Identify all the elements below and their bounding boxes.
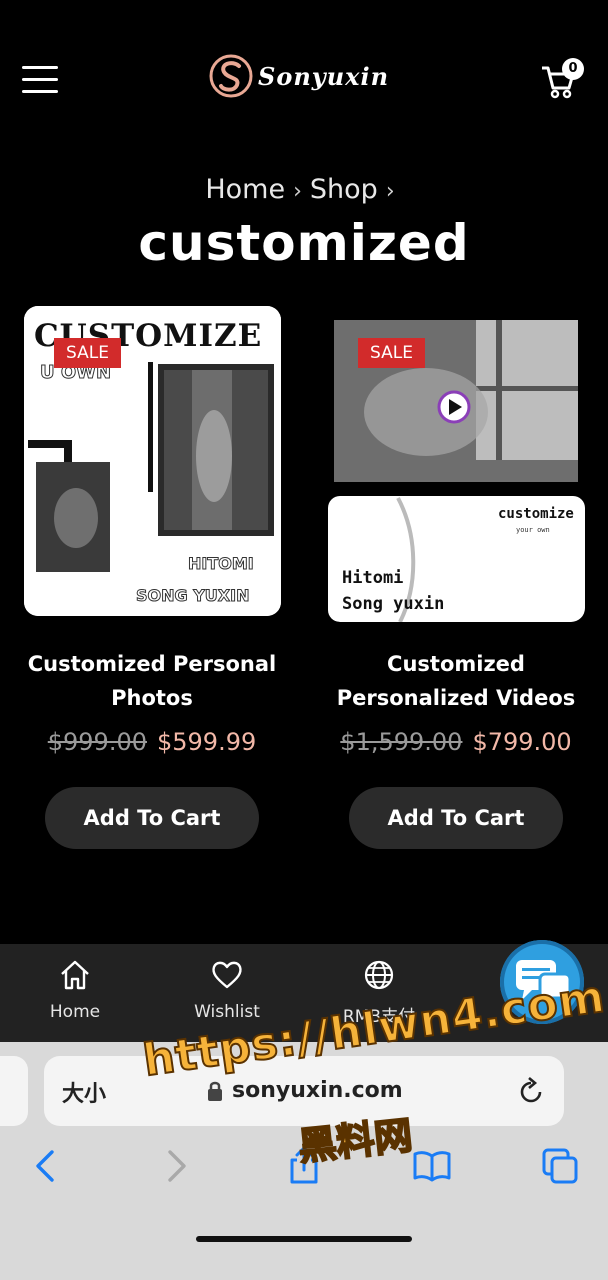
page-title: customized <box>138 214 470 272</box>
image-line1: HITOMI <box>188 554 255 574</box>
back-icon[interactable] <box>26 1146 66 1186</box>
menu-button[interactable] <box>22 66 58 94</box>
image-line1: Hitomi <box>342 568 404 588</box>
breadcrumb-separator: › <box>293 179 302 204</box>
url-text: sonyuxin.com <box>232 1078 403 1103</box>
product-name[interactable]: Customized Personalized Videos <box>326 647 586 715</box>
price-sale: $599.99 <box>157 728 257 756</box>
price-sale: $799.00 <box>472 728 572 756</box>
breadcrumb-home[interactable]: Home <box>205 174 285 205</box>
sale-badge: SALE <box>54 338 121 368</box>
nav-label: Home <box>49 1002 101 1022</box>
image-line2: SONG YUXIN <box>135 586 250 606</box>
bookmarks-icon[interactable] <box>412 1146 452 1186</box>
play-icon[interactable] <box>437 390 471 424</box>
lock-icon <box>208 1081 222 1101</box>
price-original: $1,599.00 <box>340 728 463 756</box>
image-headline: customize <box>498 506 574 522</box>
home-indicator <box>196 1236 412 1242</box>
product-image-photos[interactable]: CUSTOMIZE U OWN HITOMI SONG YUXIN SALE <box>24 306 281 616</box>
heart-icon <box>212 961 242 989</box>
image-line2: Song yuxin <box>342 594 445 614</box>
menu-bar <box>22 90 58 93</box>
reload-icon[interactable] <box>516 1074 546 1106</box>
logo-s-icon <box>209 54 253 98</box>
brand-logo[interactable]: Sonyuxin <box>208 52 389 100</box>
add-to-cart-button[interactable]: Add To Cart <box>349 787 563 849</box>
breadcrumb-shop[interactable]: Shop <box>310 174 378 205</box>
sale-badge: SALE <box>358 338 425 368</box>
price-original: $999.00 <box>47 728 147 756</box>
menu-bar <box>22 78 58 81</box>
product-price: $999.00 $599.99 <box>22 728 282 756</box>
breadcrumb-separator: › <box>385 179 395 204</box>
forward-icon[interactable] <box>156 1146 196 1186</box>
breadcrumb: Home › Shop › <box>0 174 608 205</box>
tabs-icon[interactable] <box>540 1146 580 1186</box>
product-name[interactable]: Customized Personal Photos <box>22 647 282 715</box>
nav-home[interactable]: Home <box>20 958 130 1022</box>
text-size-button[interactable]: 大小 <box>62 1076 106 1108</box>
previous-tab-stub[interactable] <box>0 1056 28 1126</box>
image-subline: your own <box>516 526 550 534</box>
brand-name: Sonyuxin <box>258 61 390 91</box>
product-image-videos[interactable]: customize your own Hitomi Song yuxin SAL… <box>326 306 585 622</box>
nav-wishlist[interactable]: Wishlist <box>172 958 282 1022</box>
cart-button[interactable]: 0 <box>540 58 584 99</box>
menu-bar <box>22 66 58 69</box>
product-price: $1,599.00 $799.00 <box>322 728 590 756</box>
add-to-cart-button[interactable]: Add To Cart <box>45 787 259 849</box>
home-icon <box>61 960 89 990</box>
cart-count-badge: 0 <box>562 58 584 80</box>
globe-icon <box>364 960 394 990</box>
